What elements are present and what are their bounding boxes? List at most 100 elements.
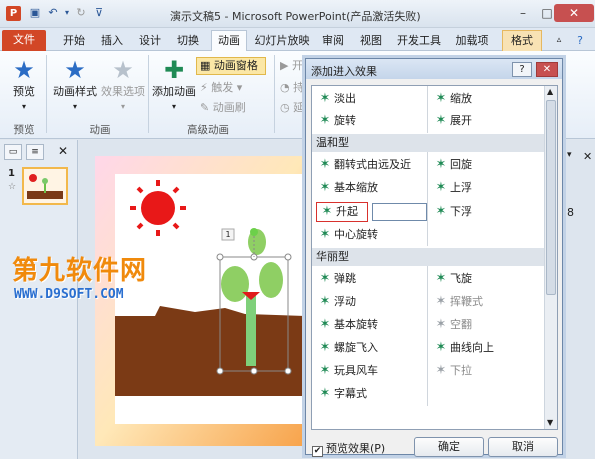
tab-file[interactable]: 文件 <box>2 30 46 51</box>
close-pane-icon[interactable]: ✕ <box>58 144 68 158</box>
effect-flip-near[interactable]: ✶ 翻转式由远及近 <box>316 156 411 174</box>
minimize-button[interactable]: – <box>510 4 536 22</box>
effect-spin[interactable]: ✶ 旋转 <box>316 112 356 130</box>
flip-air-icon: ✶ <box>435 317 447 332</box>
effect-drop[interactable]: ✶ 下拉 <box>432 362 472 380</box>
curve-up-icon: ✶ <box>435 340 447 355</box>
delay-field[interactable]: ◷ 延 <box>280 99 304 115</box>
preview-button[interactable]: ★ 预览 ▾ <box>6 57 42 112</box>
effect-center-revolve[interactable]: ✶ 中心旋转 <box>316 226 378 244</box>
brush-icon: ✎ <box>200 101 210 114</box>
effect-float-down[interactable]: ✶ 下浮 <box>432 203 472 221</box>
animation-pane-icon: ▦ <box>200 59 211 72</box>
group-label-preview: 预览 <box>13 124 35 136</box>
effect-pinwheel-fly[interactable]: ✶ 飞旋 <box>432 270 472 288</box>
start-dropdown[interactable]: ▶ 开 <box>280 57 303 73</box>
scroll-thumb[interactable] <box>546 100 556 295</box>
group-label-advanced: 高级动画 <box>187 124 229 136</box>
effect-rise-up[interactable]: ✶ 升起 <box>318 203 358 221</box>
preview-effect-checkbox[interactable]: ✔ 预览效果(P) <box>312 440 385 457</box>
right-panel-edge: ▾ ✕ 8 <box>563 140 595 459</box>
watermark-title: 第九软件网 <box>12 256 148 286</box>
soil-shape[interactable] <box>115 306 305 396</box>
add-entrance-effect-dialog: 添加进入效果 ? ✕ ✶ 淡出 ✶ 缩放 ✶ 旋转 ✶ 展开 温和型 ✶ 翻转式由远及近 … <box>305 58 563 457</box>
tab-slideshow[interactable]: 幻灯片放映 <box>253 31 311 51</box>
animation-star-icon: ★ <box>64 56 86 84</box>
animation-painter-button[interactable]: ✎ 动画刷 <box>200 99 246 115</box>
outline-tab[interactable]: ≡ <box>26 144 44 160</box>
effect-list-scrollbar[interactable]: ▲ ▼ <box>544 86 557 429</box>
trigger-icon: ⚡ <box>200 81 208 94</box>
customize-qat-icon[interactable]: ⊽ <box>92 6 106 20</box>
effect-expand[interactable]: ✶ 展开 <box>432 112 472 130</box>
undo-icon[interactable]: ↶ <box>46 6 60 20</box>
slide-number: 1 <box>8 168 15 179</box>
effect-basic-spin[interactable]: ✶ 基本旋转 <box>316 316 378 334</box>
effect-float[interactable]: ✶ 浮动 <box>316 293 356 311</box>
tab-review[interactable]: 审阅 <box>317 31 349 51</box>
animation-star-icon: ☆ <box>8 182 17 192</box>
slide-thumbnail[interactable] <box>22 167 68 205</box>
effect-pinwheel[interactable]: ✶ 玩具风车 <box>316 362 378 380</box>
tab-home[interactable]: 开始 <box>58 31 90 51</box>
tab-view[interactable]: 视图 <box>355 31 387 51</box>
dialog-close-button[interactable]: ✕ <box>536 62 558 77</box>
play-icon: ▶ <box>280 59 289 72</box>
effect-basic-zoom[interactable]: ✶ 基本缩放 <box>316 179 378 197</box>
checkbox-checked-icon[interactable]: ✔ <box>312 446 323 457</box>
animation-order-tag[interactable]: 1 <box>222 229 234 240</box>
rise-up-icon: ✶ <box>321 204 333 219</box>
animation-styles-button[interactable]: ★ 动画样式 ▾ <box>52 57 98 112</box>
tab-format[interactable]: 格式 <box>502 30 542 52</box>
dialog-title: 添加进入效果 <box>311 65 377 78</box>
float-up-icon: ✶ <box>435 180 447 195</box>
column-divider <box>427 266 428 406</box>
column-divider <box>427 86 428 133</box>
effect-credits[interactable]: ✶ 字幕式 <box>316 385 367 403</box>
animation-pane-button[interactable]: ▦ 动画窗格 <box>196 57 266 75</box>
add-animation-button[interactable]: ✚ 添加动画 ▾ <box>152 57 196 112</box>
pinwheel-icon: ✶ <box>319 363 331 378</box>
help-icon[interactable]: ? <box>572 31 588 51</box>
effect-float-up[interactable]: ✶ 上浮 <box>432 179 472 197</box>
effect-bounce[interactable]: ✶ 弹跳 <box>316 270 356 288</box>
effect-flip[interactable]: ✶ 空翻 <box>432 316 472 334</box>
category-moderate: 温和型 <box>312 134 544 152</box>
preview-star-icon: ★ <box>13 56 35 84</box>
effect-zoom[interactable]: ✶ 缩放 <box>432 90 472 108</box>
trigger-button[interactable]: ⚡ 触发 ▾ <box>200 79 242 95</box>
slides-tab[interactable]: ▭ <box>4 144 22 160</box>
collapse-icon[interactable]: ▾ <box>567 150 572 160</box>
scroll-up-icon[interactable]: ▲ <box>547 87 553 96</box>
cancel-button[interactable]: 取消 <box>488 437 558 457</box>
powerpoint-icon[interactable]: P <box>6 6 21 21</box>
tab-addins[interactable]: 加载项 <box>451 31 493 51</box>
whip-icon: ✶ <box>435 294 447 309</box>
column-divider <box>427 152 428 246</box>
dialog-help-button[interactable]: ? <box>512 62 532 77</box>
tab-insert[interactable]: 插入 <box>96 31 128 51</box>
dropdown-arrow-icon[interactable]: ▾ <box>60 6 74 20</box>
tab-animations[interactable]: 动画 <box>211 30 247 52</box>
float-icon: ✶ <box>319 294 331 309</box>
effect-whip[interactable]: ✶ 挥鞭式 <box>432 293 483 311</box>
scroll-down-icon[interactable]: ▼ <box>547 418 553 427</box>
slide-canvas[interactable]: 1 <box>95 156 305 446</box>
duration-field[interactable]: ◔ 持 <box>280 79 304 95</box>
effect-curve-up[interactable]: ✶ 曲线向上 <box>432 339 494 357</box>
zoom-icon: ✶ <box>435 91 447 106</box>
ribbon-collapse-icon[interactable]: ▵ <box>552 31 566 51</box>
close-icon[interactable]: ✕ <box>583 150 592 163</box>
effect-spiral-in[interactable]: ✶ 螺旋飞入 <box>316 339 378 357</box>
effect-fade[interactable]: ✶ 淡出 <box>316 90 356 108</box>
effect-swivel[interactable]: ✶ 回旋 <box>432 156 472 174</box>
tab-transitions[interactable]: 切换 <box>172 31 204 51</box>
tab-design[interactable]: 设计 <box>134 31 166 51</box>
save-icon[interactable]: ▣ <box>28 6 42 20</box>
close-button[interactable]: ✕ <box>554 4 594 22</box>
ok-button[interactable]: 确定 <box>414 437 484 457</box>
fade-icon: ✶ <box>319 91 331 106</box>
redo-icon[interactable]: ↻ <box>74 6 88 20</box>
tab-developer[interactable]: 开发工具 <box>393 31 445 51</box>
effect-options-button[interactable]: ★ 效果选项 ▾ <box>100 57 146 112</box>
